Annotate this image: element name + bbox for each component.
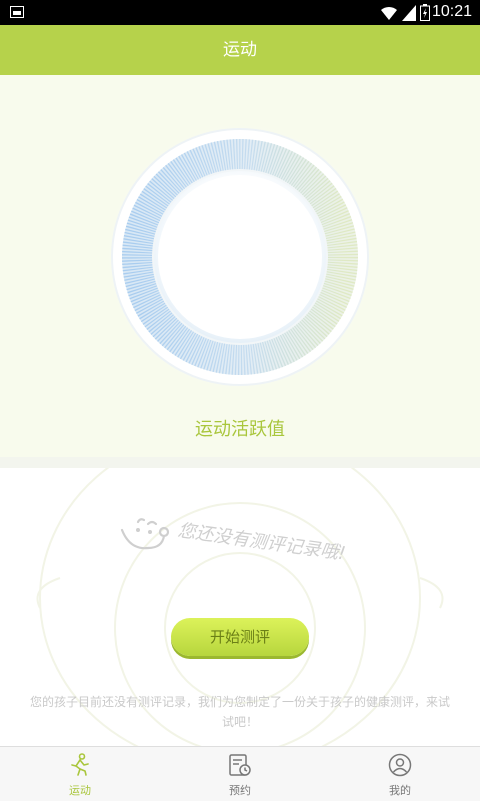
calendar-clock-icon [229, 754, 251, 776]
runner-icon [71, 753, 89, 776]
status-time: 10:21 [431, 3, 472, 20]
battery-icon [420, 4, 430, 21]
bottom-tab-bar: 运动 预约 我的 [0, 746, 480, 801]
status-icons [380, 4, 430, 21]
start-assessment-button[interactable]: 开始测评 [171, 618, 309, 656]
activity-ring [105, 122, 375, 392]
sad-stethoscope-icon [120, 518, 170, 550]
activity-hero: 运动活跃值 [0, 75, 480, 458]
image-notification-icon [10, 6, 24, 18]
title-bar: 运动 [0, 25, 480, 75]
wifi-icon [381, 6, 397, 20]
activity-label: 运动活跃值 [195, 419, 285, 440]
empty-state-description: 您的孩子目前还没有测评记录，我们为您制定了一份关于孩子的健康测评，来试试吧！ [29, 695, 450, 729]
assessment-empty-state: 您还没有测评记录哦! 开始测评 您的孩子目前还没有测评记录，我们为您制定了一份关… [0, 468, 480, 746]
tab-exercise-label: 运动 [69, 784, 91, 797]
activity-ring-graphic [105, 122, 375, 392]
signal-icon [402, 4, 416, 21]
tab-appointment-label: 预约 [229, 784, 251, 797]
tab-profile-label: 我的 [389, 784, 411, 797]
tab-profile[interactable]: 我的 [320, 747, 480, 801]
page-title: 运动 [223, 40, 257, 60]
user-icon [388, 753, 412, 777]
tab-appointment[interactable]: 预约 [160, 747, 320, 801]
status-bar: 10:21 [0, 0, 480, 25]
tab-exercise[interactable]: 运动 [0, 747, 160, 801]
